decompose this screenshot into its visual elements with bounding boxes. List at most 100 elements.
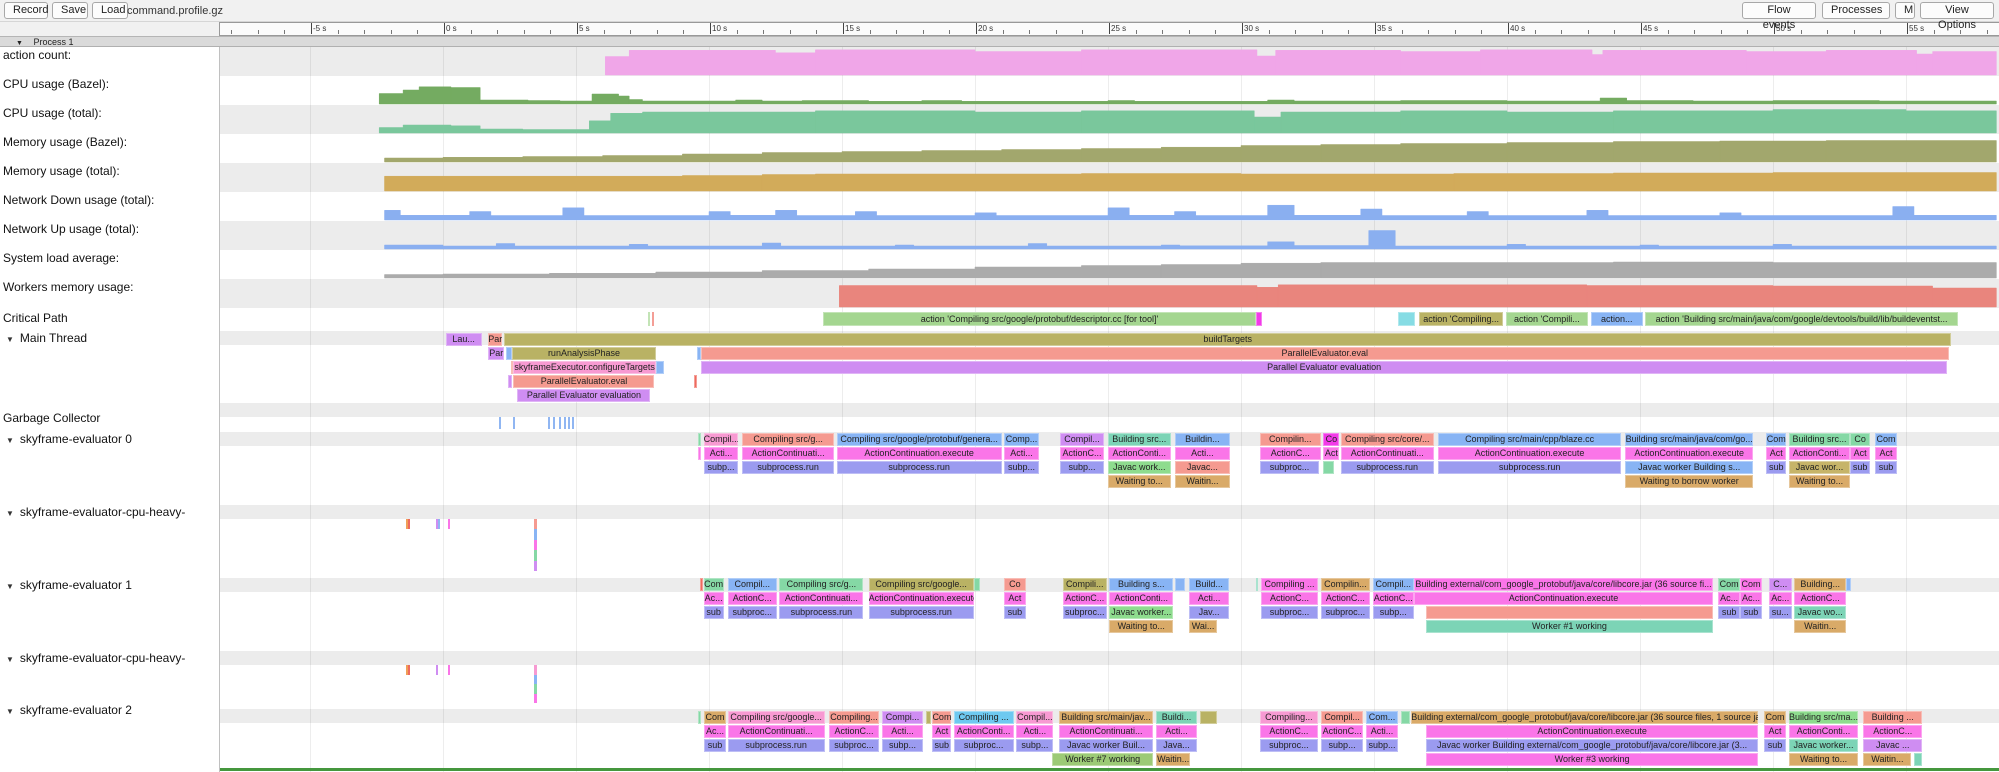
slice[interactable]: ActionContinuati... [728, 725, 825, 738]
slice[interactable]: Lau... [446, 333, 482, 346]
slice[interactable] [508, 375, 512, 388]
slice[interactable]: Javac wo... [1794, 606, 1846, 619]
slice[interactable]: ActionContinuati... [1341, 447, 1434, 460]
slice[interactable]: ActionC... [1863, 725, 1922, 738]
slice[interactable]: ActionC... [1260, 447, 1321, 460]
slice[interactable]: Waiting to... [1789, 753, 1858, 766]
slice[interactable]: subp... [882, 739, 923, 752]
slice[interactable]: sub [1875, 461, 1896, 474]
slice[interactable]: Com [704, 578, 724, 591]
slice[interactable] [698, 433, 701, 446]
event-tick[interactable] [513, 417, 515, 429]
slice[interactable]: ActionContinuati... [742, 447, 834, 460]
slice[interactable]: ActionContinuation.execute [869, 592, 974, 605]
slice[interactable] [1323, 461, 1334, 474]
slice[interactable]: Act [932, 725, 951, 738]
slice[interactable]: Co [1323, 433, 1339, 446]
event-tick[interactable] [448, 519, 450, 529]
slice[interactable]: Waiting to... [1108, 475, 1171, 488]
slice[interactable]: Javac wor... [1789, 461, 1850, 474]
slice[interactable]: ActionConti... [1109, 592, 1173, 605]
event-tick[interactable] [572, 417, 574, 429]
slice[interactable] [698, 711, 701, 724]
slice[interactable]: sub [1766, 461, 1786, 474]
slice[interactable]: Worker #1 working [1426, 620, 1713, 633]
event-bar-segment[interactable] [534, 694, 537, 704]
save-button[interactable]: Save [52, 2, 88, 19]
slice[interactable]: ActionC... [1373, 592, 1414, 605]
slice[interactable]: Acti... [1156, 725, 1197, 738]
event-bar-segment[interactable] [534, 684, 537, 694]
slice[interactable]: Co [1850, 433, 1870, 446]
slice[interactable]: subproc... [1063, 606, 1107, 619]
slice[interactable]: Co [1004, 578, 1025, 591]
slice[interactable]: subp... [1004, 461, 1039, 474]
slice[interactable]: Compil... [1060, 433, 1104, 446]
slice[interactable]: Compilin... [1321, 578, 1370, 591]
slice[interactable]: Acti... [1016, 725, 1053, 738]
slice[interactable]: Compiling src/main/cpp/blaze.cc [1438, 433, 1622, 446]
slice[interactable]: Compil... [1321, 711, 1364, 724]
slice[interactable]: Javac ... [1863, 739, 1922, 752]
slice[interactable]: Building src... [1108, 433, 1171, 446]
slice[interactable]: Building external/com_google_protobuf/ja… [1411, 711, 1758, 724]
slice[interactable]: subproc... [1260, 461, 1320, 474]
event-tick[interactable] [408, 519, 410, 529]
slice[interactable]: Compiling src/google/protobuf/genera... [837, 433, 1002, 446]
slice[interactable]: Waitin... [1175, 475, 1231, 488]
slice[interactable]: ActionContinuation.execute [1625, 447, 1753, 460]
slice[interactable] [974, 578, 980, 591]
slice[interactable]: Act [1323, 447, 1339, 460]
slice[interactable]: Building ... [1863, 711, 1922, 724]
slice[interactable]: Ac... [1769, 592, 1792, 605]
flow-events-button[interactable]: Flow events [1742, 2, 1816, 19]
slice[interactable]: ActionC... [1260, 725, 1319, 738]
event-tick[interactable] [553, 417, 555, 429]
slice[interactable]: Compiling src/google... [869, 578, 974, 591]
slice[interactable]: Waitin... [1156, 753, 1191, 766]
slice[interactable]: Ac... [704, 592, 724, 605]
slice[interactable]: Javac... [1175, 461, 1231, 474]
event-bar-segment[interactable] [534, 550, 537, 560]
slice[interactable]: ActionC... [1321, 725, 1364, 738]
slice[interactable]: ActionContinuation.execute [1414, 592, 1713, 605]
slice[interactable]: subprocess.run [779, 606, 863, 619]
slice[interactable]: Compil... [1016, 711, 1053, 724]
slice[interactable]: ActionConti... [1108, 447, 1171, 460]
slice[interactable] [1200, 711, 1217, 724]
slice[interactable] [648, 312, 651, 326]
slice[interactable]: Com [704, 711, 727, 724]
slice[interactable]: Par [488, 347, 504, 360]
slice[interactable] [656, 361, 664, 374]
slice[interactable]: sub [1740, 606, 1763, 619]
event-bar-segment[interactable] [534, 561, 537, 571]
metadata-button[interactable]: M [1895, 2, 1915, 19]
slice[interactable]: Act [1850, 447, 1870, 460]
slice[interactable]: Wai... [1189, 620, 1217, 633]
slice[interactable]: ActionContinuati... [779, 592, 863, 605]
slice[interactable]: Javac worker... [1109, 606, 1173, 619]
slice[interactable]: Parallel Evaluator evaluation [701, 361, 1947, 374]
slice[interactable]: Com... [1366, 711, 1398, 724]
slice[interactable]: ActionContinuation.execute [1438, 447, 1622, 460]
slice[interactable]: Compi... [882, 711, 923, 724]
slice[interactable]: subp... [1366, 739, 1398, 752]
slice[interactable] [926, 711, 931, 724]
slice[interactable]: sub [1004, 606, 1025, 619]
slice[interactable]: Build... [1189, 578, 1229, 591]
event-bar-segment[interactable] [534, 519, 537, 529]
slice[interactable]: skyframeExecutor.configureTargets [513, 361, 655, 374]
slice[interactable]: Buildin... [1175, 433, 1231, 446]
event-tick[interactable] [436, 665, 438, 675]
slice[interactable]: Jav... [1189, 606, 1229, 619]
slice[interactable]: subp... [1373, 606, 1414, 619]
slice[interactable]: Compili... [1063, 578, 1107, 591]
slice[interactable]: ActionC... [1794, 592, 1846, 605]
slice[interactable] [1256, 312, 1263, 326]
slice[interactable]: Compil... [704, 433, 739, 446]
slice[interactable]: ActionC... [1261, 592, 1318, 605]
slice[interactable]: ActionC... [829, 725, 880, 738]
slice[interactable]: subprocess.run [1438, 461, 1622, 474]
slice[interactable]: ActionContinuation.execute [1426, 725, 1759, 738]
slice[interactable]: su... [1769, 606, 1792, 619]
